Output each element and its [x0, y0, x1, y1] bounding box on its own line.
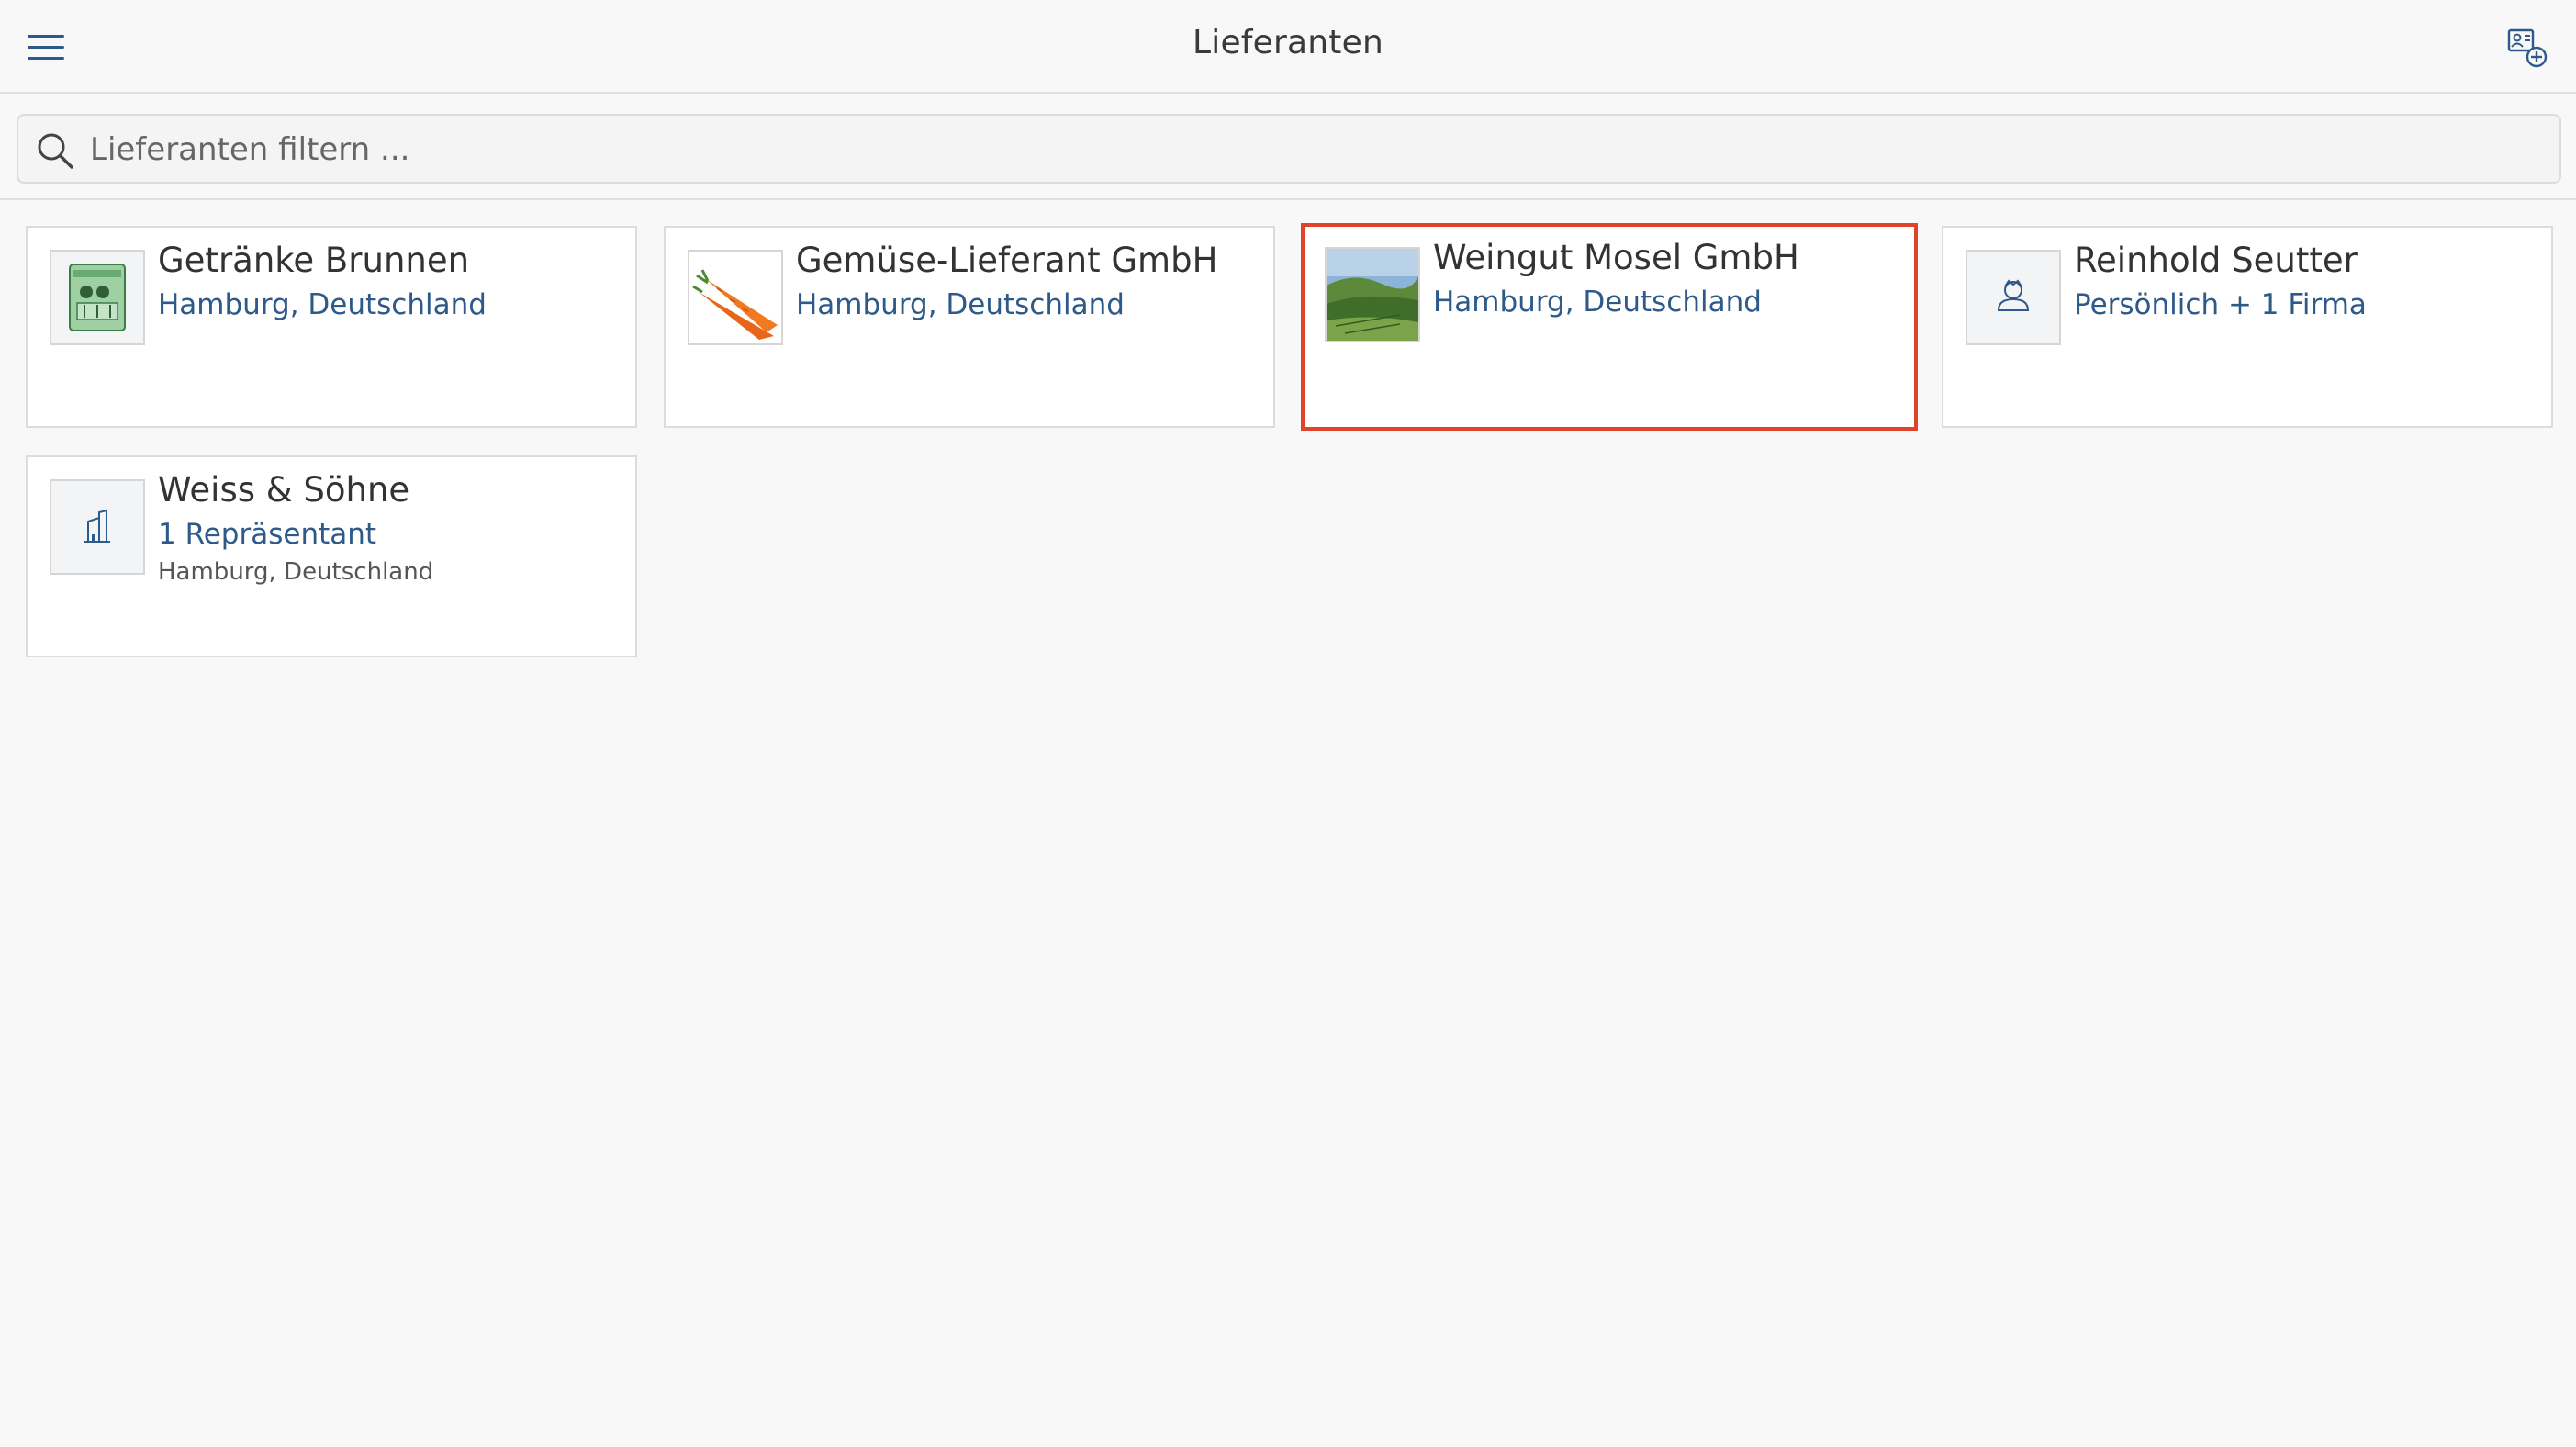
add-contact-icon[interactable]: [2506, 28, 2548, 70]
search-bar: [17, 114, 2561, 184]
supplier-location: Hamburg, Deutschland: [158, 288, 487, 321]
supplier-location: Hamburg, Deutschland: [158, 558, 434, 586]
page-title: Lieferanten: [1193, 24, 1383, 62]
divider: [0, 198, 2576, 200]
supplier-location: Hamburg, Deutschland: [796, 288, 1125, 321]
supplier-representatives: 1 Repräsentant: [158, 518, 377, 551]
supplier-card-reinhold-seutter[interactable]: Reinhold Seutter Persönlich + 1 Firma: [1942, 226, 2553, 428]
supplier-card-weingut-mosel[interactable]: Weingut Mosel GmbH Hamburg, Deutschland: [1301, 223, 1918, 431]
search-icon: [35, 130, 75, 171]
supplier-card-gemuese-lieferant[interactable]: Gemüse-Lieferant GmbH Hamburg, Deutschla…: [664, 226, 1275, 428]
vineyard-image: [1325, 247, 1420, 342]
building-icon: [50, 479, 145, 575]
search-input[interactable]: [88, 123, 2534, 176]
supplier-location: Hamburg, Deutschland: [1433, 286, 1762, 319]
top-bar: Lieferanten: [0, 0, 2576, 94]
supplier-name: Gemüse-Lieferant GmbH: [796, 241, 1218, 280]
carrots-image: [688, 250, 783, 345]
supplier-name: Getränke Brunnen: [158, 241, 470, 280]
person-icon: [1966, 250, 2061, 345]
supplier-name: Weingut Mosel GmbH: [1433, 238, 1799, 277]
supplier-card-getraenke-brunnen[interactable]: Getränke Brunnen Hamburg, Deutschland: [26, 226, 637, 428]
supplier-relations: Persönlich + 1 Firma: [2074, 288, 2367, 321]
beverage-crate-image: [50, 250, 145, 345]
supplier-name: Reinhold Seutter: [2074, 241, 2358, 280]
supplier-card-weiss-soehne[interactable]: Weiss & Söhne 1 Repräsentant Hamburg, De…: [26, 455, 637, 657]
supplier-name: Weiss & Söhne: [158, 470, 410, 510]
